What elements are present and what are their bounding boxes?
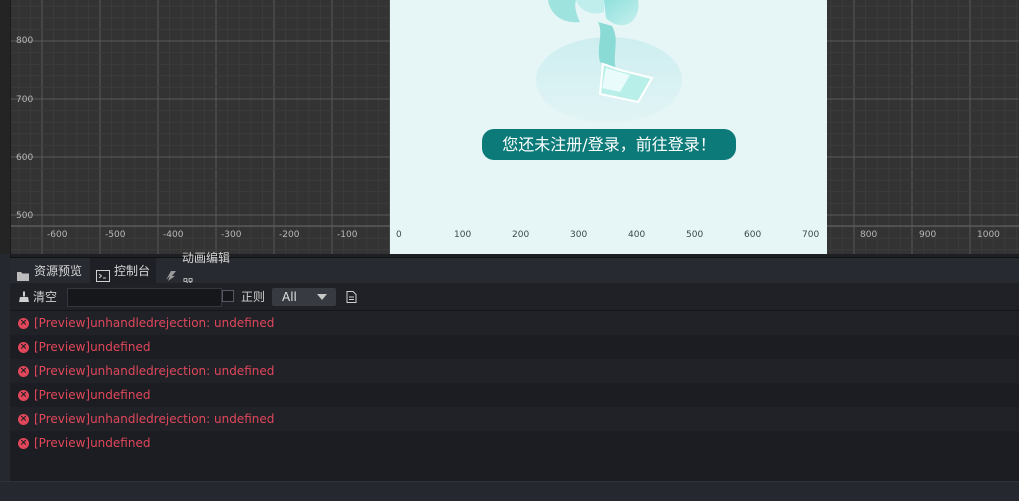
regex-checkbox[interactable] [222, 290, 234, 302]
tab-label: 控制台 [114, 264, 151, 278]
ruler-y-label: 600 [16, 153, 34, 163]
ruler-x-label: 300 [570, 230, 588, 240]
clear-label: 清空 [33, 290, 58, 304]
ruler-x-label: -400 [163, 230, 184, 240]
log-level-value: All [282, 290, 297, 304]
log-entry[interactable]: × [Preview]undefined [10, 335, 1019, 359]
log-text: [Preview]unhandledrejection: undefined [34, 412, 275, 426]
file-icon [346, 290, 357, 303]
game-canvas[interactable]: 您还未注册/登录，前往登录！ 0 100 200 300 400 500 600… [390, 0, 827, 254]
animation-icon [164, 265, 178, 281]
ruler-x-label: -100 [337, 230, 358, 240]
ruler-x-label: 900 [919, 230, 937, 240]
log-text: [Preview]unhandledrejection: undefined [34, 316, 275, 330]
ruler-y-label: 700 [16, 95, 34, 105]
error-icon: × [18, 365, 29, 377]
tab-animation-editor[interactable]: 动画编辑器 [158, 251, 246, 291]
log-entry[interactable]: × [Preview]unhandledrejection: undefined [10, 407, 1019, 431]
error-icon: × [18, 317, 29, 329]
ruler-y-label: 500 [16, 211, 34, 221]
tab-label: 资源预览 [34, 264, 83, 278]
status-bar [0, 481, 1019, 501]
ruler-x-label: 1000 [977, 230, 1000, 240]
ruler-x-label: -600 [47, 230, 68, 240]
console-toolbar: 清空 正则 All [10, 283, 1019, 311]
caret-down-icon [317, 294, 327, 300]
console-log-list[interactable]: × [Preview]unhandledrejection: undefined… [10, 311, 1019, 481]
ruler-x-label: 600 [744, 230, 762, 240]
search-input[interactable] [67, 288, 222, 307]
illustration [536, 0, 682, 123]
ruler-x-label: -500 [105, 230, 126, 240]
regex-label: 正则 [241, 290, 266, 304]
error-icon: × [18, 341, 29, 353]
ruler-x-label: -300 [221, 230, 242, 240]
log-entry[interactable]: × [Preview]undefined [10, 383, 1019, 407]
ruler-x-label: 200 [512, 230, 530, 240]
panel-tab-bar: 资源预览 控制台 动画编辑器 [10, 251, 1019, 291]
log-text: [Preview]unhandledrejection: undefined [34, 364, 275, 378]
ruler-x-label: 500 [686, 230, 704, 240]
error-icon: × [18, 437, 29, 449]
log-text: [Preview]undefined [34, 340, 151, 354]
log-text: [Preview]undefined [34, 388, 151, 402]
ruler-x-label: 100 [454, 230, 472, 240]
log-entry[interactable]: × [Preview]unhandledrejection: undefined [10, 311, 1019, 335]
open-log-file-button[interactable] [346, 283, 357, 310]
ruler-x-label: 700 [802, 230, 820, 240]
tab-console[interactable]: 控制台 [90, 258, 156, 284]
ruler-x-label: 0 [396, 230, 402, 240]
login-prompt-button[interactable]: 您还未注册/登录，前往登录！ [482, 129, 736, 160]
error-icon: × [18, 389, 29, 401]
ruler-y-label: 800 [16, 36, 34, 46]
log-entry[interactable]: × [Preview]undefined [10, 431, 1019, 455]
log-entry[interactable]: × [Preview]unhandledrejection: undefined [10, 359, 1019, 383]
scene-viewport[interactable]: 800 700 600 500 -600 -500 -400 -300 -200… [0, 0, 1019, 254]
log-level-select[interactable]: All [272, 288, 336, 306]
terminal-icon [96, 265, 110, 282]
clear-button[interactable]: 清空 [18, 283, 57, 310]
log-text: [Preview]undefined [34, 436, 151, 450]
ruler-x-label: 800 [860, 230, 878, 240]
folder-icon [16, 265, 30, 281]
ruler-x-label: -200 [279, 230, 300, 240]
tab-assets-preview[interactable]: 资源预览 [10, 258, 88, 284]
broom-icon [18, 291, 30, 303]
scene-left-strip [0, 0, 11, 254]
error-icon: × [18, 413, 29, 425]
ruler-x-label: 400 [628, 230, 646, 240]
